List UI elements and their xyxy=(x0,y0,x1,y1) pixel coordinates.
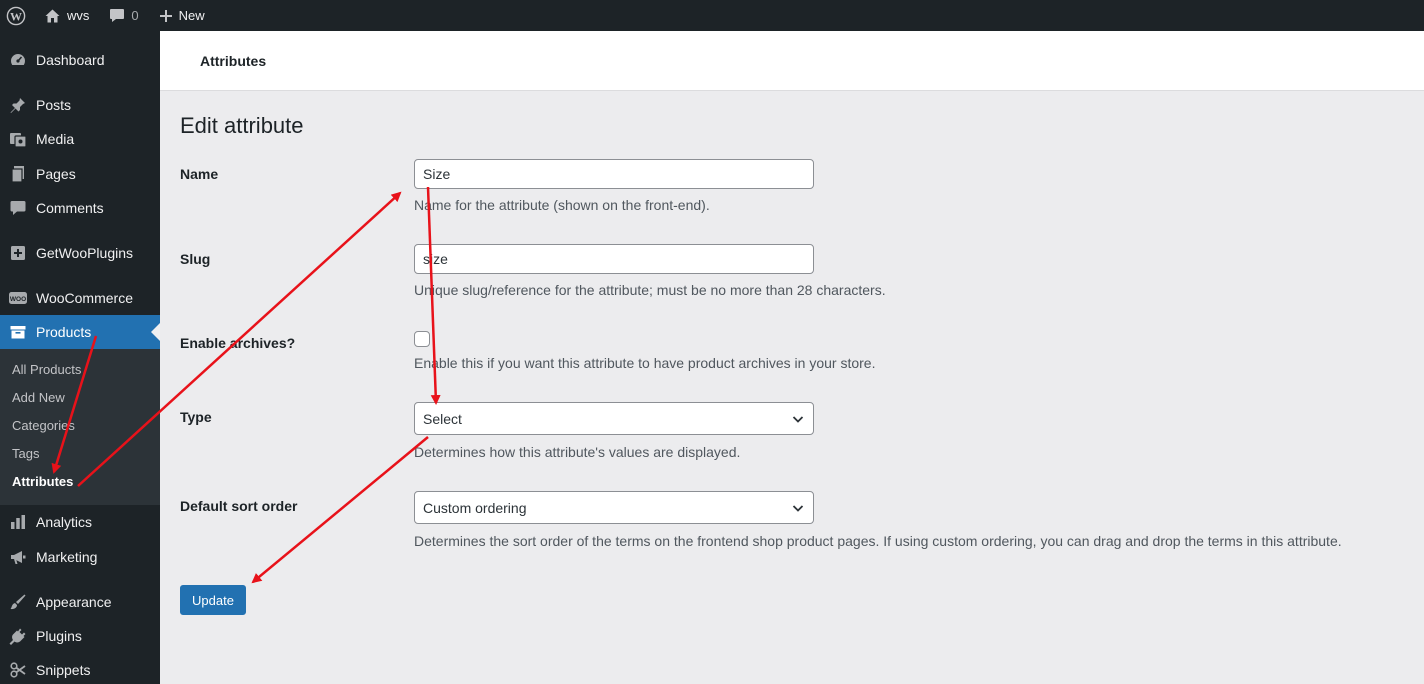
sidebar-item-label: Products xyxy=(36,324,92,340)
wordpress-logo-button[interactable]: W xyxy=(0,0,34,31)
page-title: Edit attribute xyxy=(180,113,304,138)
sidebar-item-label: Appearance xyxy=(36,594,112,610)
slug-label: Slug xyxy=(180,251,211,267)
submenu-item-all-products[interactable]: All Products xyxy=(12,360,81,380)
type-description: Determines how this attribute's values a… xyxy=(414,444,741,460)
name-description: Name for the attribute (shown on the fro… xyxy=(414,197,710,213)
chevron-down-icon xyxy=(792,415,804,423)
sidebar-item-label: Plugins xyxy=(36,628,82,644)
sidebar-item-dashboard[interactable]: Dashboard xyxy=(0,43,160,77)
site-name-link[interactable]: wvs xyxy=(34,0,97,31)
submenu-item-categories[interactable]: Categories xyxy=(12,416,75,436)
sidebar-item-label: Media xyxy=(36,131,75,147)
pin-icon xyxy=(0,96,36,114)
bar-chart-icon xyxy=(0,513,36,531)
submenu-item-add-new[interactable]: Add New xyxy=(12,388,65,408)
type-select[interactable]: Select xyxy=(414,402,814,435)
sidebar-item-label: GetWooPlugins xyxy=(36,245,134,261)
sidebar-item-comments[interactable]: Comments xyxy=(0,191,160,225)
sidebar-item-woocommerce[interactable]: WOO WooCommerce xyxy=(0,281,160,315)
sort-order-select[interactable]: Custom ordering xyxy=(414,491,814,524)
sidebar-item-appearance[interactable]: Appearance xyxy=(0,585,160,619)
products-submenu: All Products Add New Categories Tags Att… xyxy=(0,349,160,505)
site-name: wvs xyxy=(67,8,90,23)
comment-bubble-icon xyxy=(110,9,125,22)
comments-link[interactable]: 0 xyxy=(97,0,146,31)
plug-icon xyxy=(0,627,36,645)
comment-icon xyxy=(0,199,36,217)
sidebar-item-label: Snippets xyxy=(36,662,91,678)
new-content-link[interactable]: New xyxy=(147,0,213,31)
new-label: New xyxy=(178,8,205,23)
svg-text:WOO: WOO xyxy=(10,296,26,303)
sidebar-item-label: Analytics xyxy=(36,514,93,530)
sort-order-select-value: Custom ordering xyxy=(423,499,527,516)
admin-sidebar: Dashboard Posts Media Pages Comments Get… xyxy=(0,31,160,684)
chevron-down-icon xyxy=(792,504,804,512)
archives-label: Enable archives? xyxy=(180,335,296,351)
home-icon xyxy=(45,9,60,22)
media-icon xyxy=(0,130,36,148)
main-content: Edit attribute Name Name for the attribu… xyxy=(160,91,1424,684)
brush-icon xyxy=(0,593,36,611)
sort-order-description: Determines the sort order of the terms o… xyxy=(414,533,1342,549)
pages-icon xyxy=(0,165,36,183)
sidebar-item-products[interactable]: Products xyxy=(0,315,160,349)
sidebar-item-label: WooCommerce xyxy=(36,290,133,306)
page-header: Attributes xyxy=(160,31,1424,91)
slug-description: Unique slug/reference for the attribute;… xyxy=(414,282,886,298)
sidebar-item-posts[interactable]: Posts xyxy=(0,88,160,122)
sidebar-item-media[interactable]: Media xyxy=(0,122,160,156)
sidebar-item-label: Marketing xyxy=(36,549,98,565)
sidebar-item-label: Comments xyxy=(36,200,104,216)
svg-text:W: W xyxy=(10,9,22,23)
snippets-icon xyxy=(0,661,36,679)
sidebar-item-label: Posts xyxy=(36,97,72,113)
sidebar-item-label: Pages xyxy=(36,166,76,182)
sidebar-item-analytics[interactable]: Analytics xyxy=(0,505,160,539)
submenu-item-attributes[interactable]: Attributes xyxy=(12,472,73,492)
sidebar-item-marketing[interactable]: Marketing xyxy=(0,540,160,574)
comment-count: 0 xyxy=(131,8,139,23)
sort-order-label: Default sort order xyxy=(180,498,298,514)
submenu-item-tags[interactable]: Tags xyxy=(12,444,39,464)
megaphone-icon xyxy=(0,548,36,566)
sidebar-item-label: Dashboard xyxy=(36,52,105,68)
sidebar-item-pages[interactable]: Pages xyxy=(0,157,160,191)
update-button[interactable]: Update xyxy=(180,585,246,615)
name-input[interactable] xyxy=(414,159,814,189)
woo-icon: WOO xyxy=(0,289,36,307)
slug-input[interactable] xyxy=(414,244,814,274)
type-label: Type xyxy=(180,409,212,425)
archives-description: Enable this if you want this attribute t… xyxy=(414,355,876,371)
archive-icon xyxy=(0,323,36,341)
sidebar-item-plugins[interactable]: Plugins xyxy=(0,619,160,653)
type-select-value: Select xyxy=(423,410,462,427)
sidebar-item-getwooplugins[interactable]: GetWooPlugins xyxy=(0,236,160,270)
name-label: Name xyxy=(180,166,219,182)
archives-checkbox[interactable] xyxy=(414,331,430,347)
dashboard-icon xyxy=(0,51,36,69)
sidebar-item-snippets[interactable]: Snippets xyxy=(0,653,160,684)
plus-icon xyxy=(159,9,172,22)
admin-bar: W wvs 0 New xyxy=(0,0,1424,31)
plugin-box-icon xyxy=(0,244,36,262)
wordpress-logo-icon: W xyxy=(6,6,26,25)
header-title: Attributes xyxy=(200,53,267,69)
